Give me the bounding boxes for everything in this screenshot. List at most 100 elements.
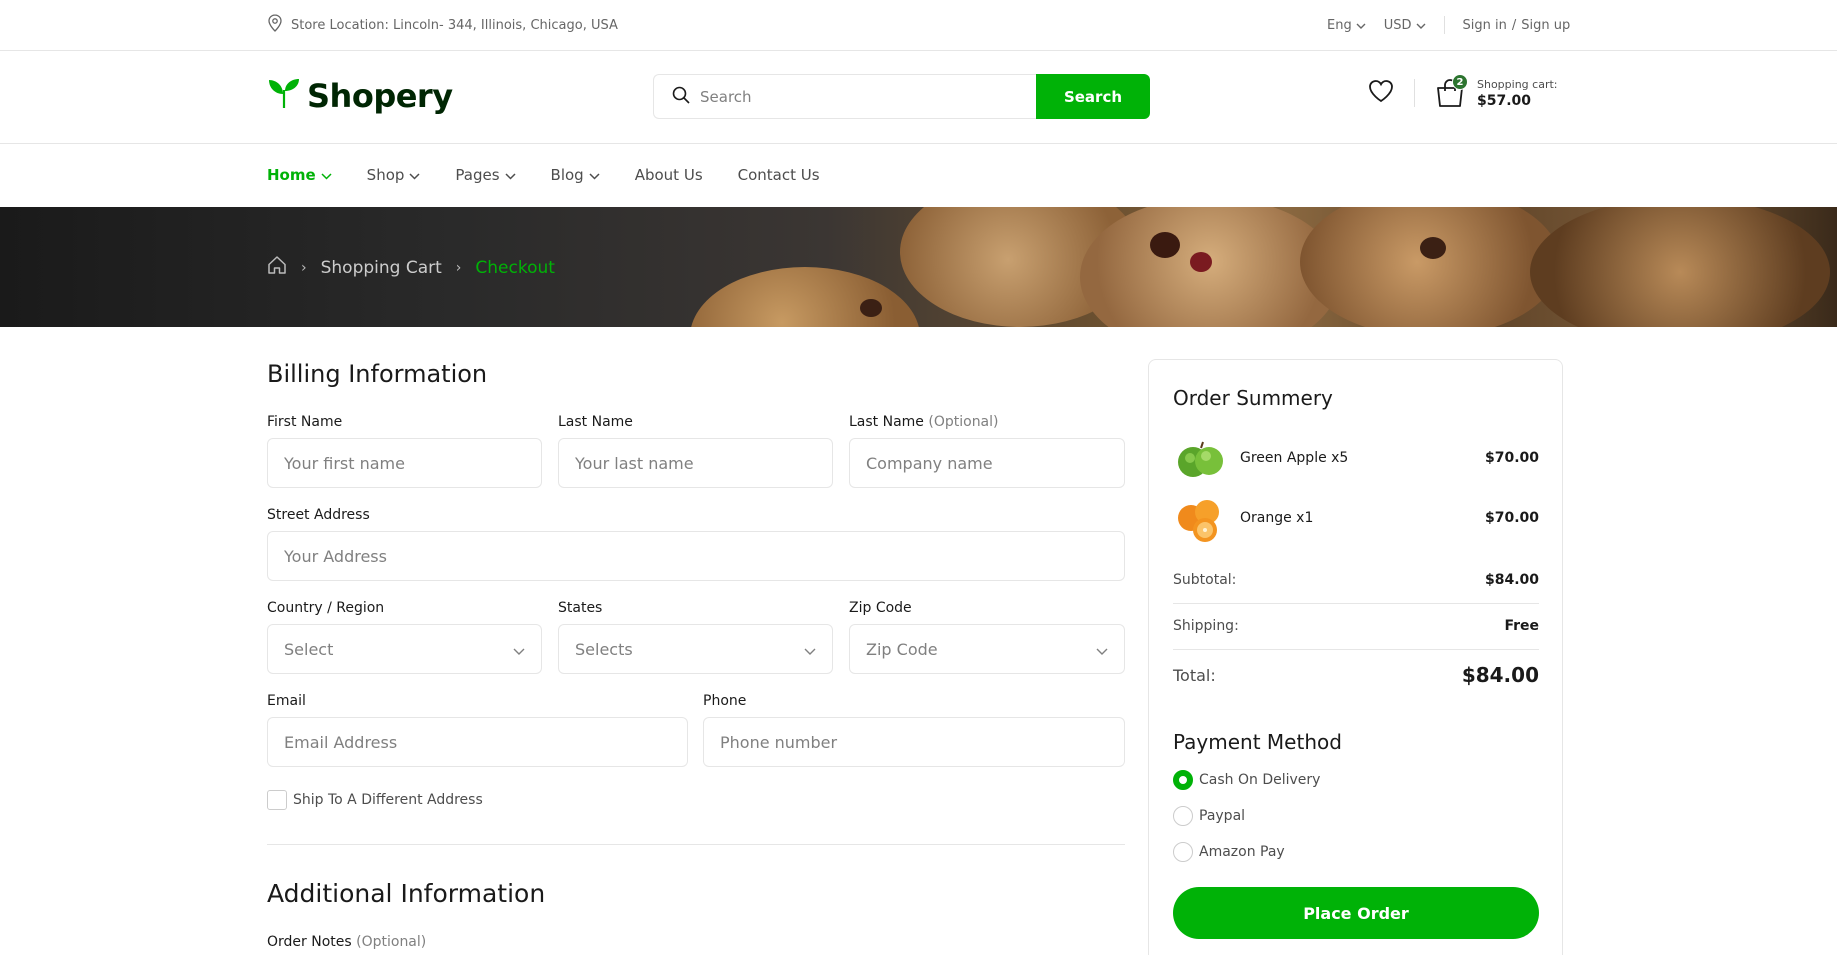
breadcrumb-shopping-cart[interactable]: Shopping Cart [321,258,442,278]
paypal-radio[interactable] [1173,806,1193,826]
sign-up-link[interactable]: Sign up [1521,18,1570,33]
billing-section: Billing Information First Name Your firs… [267,327,1125,955]
item-price: $70.00 [1484,510,1539,526]
zip-value: Zip Code [866,639,938,659]
amazon-pay-radio[interactable] [1173,842,1193,862]
states-group: States Selects [558,600,833,674]
optional-tag: (Optional) [928,414,999,430]
nav-item-about[interactable]: About Us [635,166,703,184]
chevron-down-icon [513,640,525,659]
search-input[interactable] [700,87,1000,106]
breadcrumb: › Shopping Cart › Checkout [267,255,555,280]
payment-option-label: Paypal [1199,808,1246,824]
shopping-cart[interactable]: 2 Shopping cart: $57.00 [1435,74,1558,109]
cart-label: Shopping cart: [1477,77,1558,91]
nav-label: Pages [455,166,500,184]
company-group: Last Name (Optional) Company name [849,414,1125,488]
topbar-right: Eng USD Sign in / Sign up [1327,16,1570,34]
first-name-label: First Name [267,414,343,430]
subtotal-label: Subtotal: [1173,572,1237,588]
street-field[interactable]: Your Address [267,531,1125,581]
zip-group: Zip Code Zip Code [849,600,1125,674]
header-divider [1414,79,1415,107]
place-order-button[interactable]: Place Order [1173,887,1539,939]
home-icon[interactable] [267,255,287,280]
country-value: Select [284,639,334,659]
company-field[interactable]: Company name [849,438,1125,488]
additional-title: Additional Information [267,879,546,908]
street-placeholder: Your Address [284,546,387,566]
cart-summary: Shopping cart: $57.00 [1477,78,1558,109]
phone-label: Phone [703,693,747,709]
shopping-bag-icon: 2 [1435,74,1468,109]
subtotal-value: $84.00 [1484,572,1539,588]
search-icon [672,86,690,108]
ship-different-option[interactable]: Ship To A Different Address [267,790,483,810]
heart-icon[interactable] [1368,79,1394,107]
order-item: Orange x1 $70.00 [1173,494,1539,542]
nav-item-shop[interactable]: Shop [367,166,421,184]
phone-field[interactable]: Phone number [703,717,1125,767]
summary-divider [1173,603,1539,604]
cod-radio[interactable] [1173,770,1193,790]
currency-dropdown[interactable]: USD [1384,18,1426,33]
optional-tag: (Optional) [356,934,427,950]
first-name-field[interactable]: Your first name [267,438,542,488]
nav-label: Shop [366,166,405,184]
item-name: Green Apple x5 [1240,450,1349,466]
country-select[interactable]: Select [267,624,542,674]
nav-item-blog[interactable]: Blog [551,166,600,184]
search-button[interactable]: Search [1036,74,1150,119]
chevron-down-icon [321,166,332,184]
item-name: Orange x1 [1240,510,1314,526]
states-select[interactable]: Selects [558,624,833,674]
last-name-field[interactable]: Your last name [558,438,833,488]
green-apple-image [1173,434,1228,482]
nav-label: Home [267,166,316,184]
section-divider [267,844,1125,845]
auth-slash: / [1511,17,1517,33]
phone-group: Phone Phone number [703,693,1125,767]
logo[interactable]: Shopery [267,77,453,115]
store-location: Store Location: Lincoln- 344, Illinois, … [267,14,618,36]
payment-option-amazon[interactable]: Amazon Pay [1173,842,1285,862]
phone-placeholder: Phone number [720,732,838,752]
states-value: Selects [575,639,633,659]
language-dropdown[interactable]: Eng [1327,18,1366,33]
total-label: Total: [1173,665,1216,685]
chevron-down-icon [505,166,516,184]
banner-cookie-image [1190,252,1212,272]
chevron-down-icon [1416,18,1426,33]
auth-links: Sign in / Sign up [1463,18,1571,33]
topbar-divider [1443,16,1445,34]
shipping-label: Shipping: [1173,618,1239,634]
payment-option-cod[interactable]: Cash On Delivery [1173,770,1320,790]
last-name-group: Last Name Your last name [558,414,833,488]
payment-option-label: Cash On Delivery [1199,772,1321,788]
breadcrumb-checkout: Checkout [475,257,555,278]
breadcrumb-separator-icon: › [301,259,307,276]
banner-cookie-image [860,299,882,317]
company-label: Last Name (Optional) [849,414,1125,430]
zip-select[interactable]: Zip Code [849,624,1125,674]
nav-item-pages[interactable]: Pages [455,166,516,184]
nav-label: Blog [550,166,584,184]
last-name-label: Last Name [558,414,633,430]
order-summary: Order Summery Green Apple x5 $70.00 Oran… [1148,359,1563,955]
nav-item-contact[interactable]: Contact Us [738,166,820,184]
banner-cookie-image [1300,207,1560,327]
shipping-value: Free [1504,618,1539,634]
ship-different-checkbox[interactable] [267,790,287,810]
email-field[interactable]: Email Address [267,717,688,767]
orange-image [1173,494,1228,542]
sign-in-link[interactable]: Sign in [1463,18,1507,33]
first-name-placeholder: Your first name [284,453,405,473]
last-name-placeholder: Your last name [575,453,694,473]
payment-option-paypal[interactable]: Paypal [1173,806,1245,826]
banner-cookie-image [1530,207,1830,327]
email-group: Email Email Address [267,693,688,767]
nav-item-home[interactable]: Home [267,166,332,184]
payment-option-label: Amazon Pay [1199,844,1285,860]
nav-list: Home Shop Pages Blog About Us Contact Us [267,166,820,184]
chevron-down-icon [409,166,420,184]
